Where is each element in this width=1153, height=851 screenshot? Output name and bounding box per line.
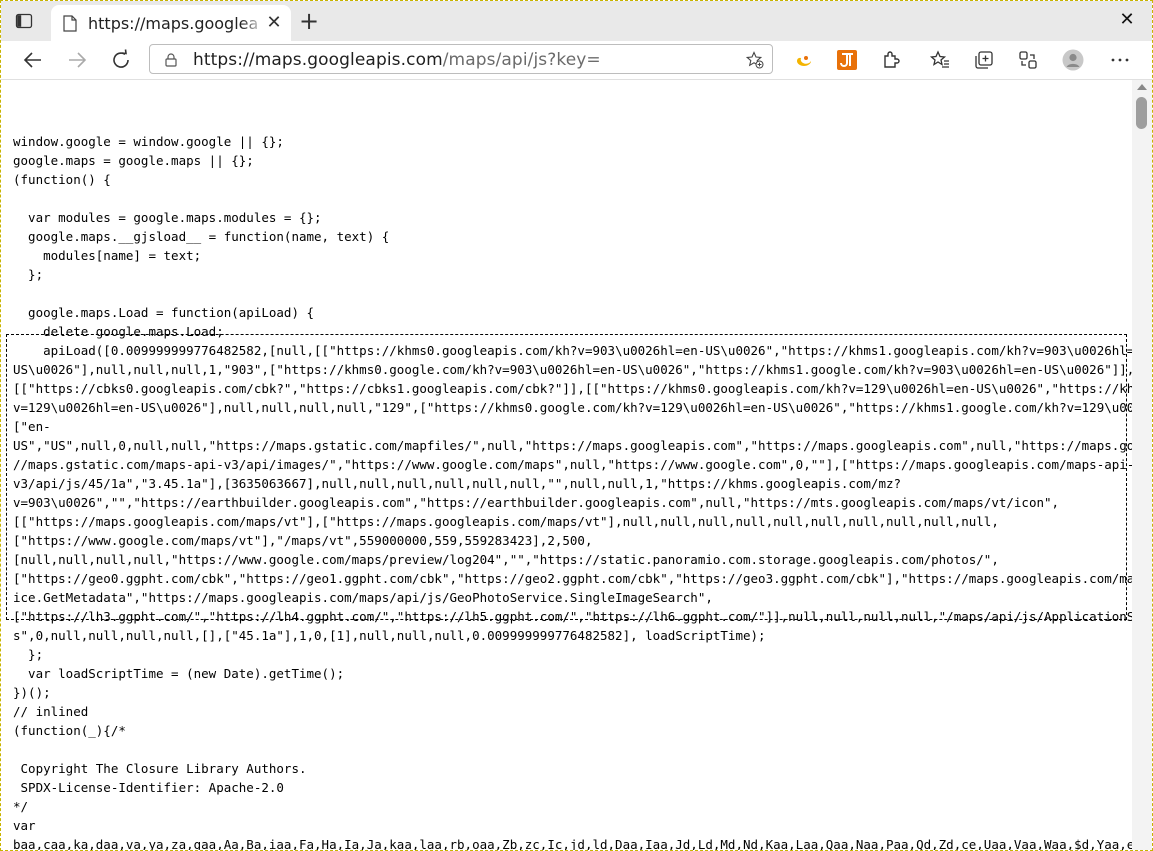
tab-close-icon[interactable]: ✕	[266, 14, 282, 32]
extension-orange-icon[interactable]	[836, 49, 858, 71]
add-favorite-icon[interactable]	[745, 51, 764, 69]
code-line: ice.GetMetadata","https://maps.googleapi…	[13, 590, 713, 605]
url-host: https://maps.googleapis.com	[193, 50, 443, 70]
page-content: window.google = window.google || {}; goo…	[1, 80, 1132, 850]
url-text: https://maps.googleapis.com/maps/api/js?…	[193, 50, 601, 70]
refresh-icon[interactable]	[109, 48, 133, 72]
collections-icon[interactable]	[973, 49, 995, 71]
lock-icon[interactable]	[164, 52, 178, 67]
code-line: // inlined	[13, 704, 89, 719]
browser-window: https://maps.googleapis.com/maps/api/js?…	[0, 0, 1153, 851]
extensions-icon[interactable]	[880, 49, 902, 71]
forward-icon[interactable]	[65, 48, 89, 72]
more-icon[interactable]	[1109, 49, 1131, 71]
code-line: var loadScriptTime = (new Date).getTime(…	[13, 666, 345, 681]
share-icon[interactable]	[1017, 49, 1039, 71]
code-line: window.google = window.google || {};	[13, 134, 284, 149]
code-line: (function(_){/*	[13, 723, 126, 738]
back-icon[interactable]	[21, 48, 45, 72]
new-tab-button[interactable]: +	[299, 9, 319, 33]
active-tab[interactable]: https://maps.googleapis.com/maps/api/js?…	[51, 5, 291, 41]
code-line: var	[13, 818, 36, 833]
tab-strip: https://maps.googleapis.com/maps/api/js?…	[1, 1, 1152, 41]
code-line: [["https://cbks0.googleapis.com/cbk?","h…	[13, 381, 1132, 396]
code-line: US","US",null,0,null,null,"https://maps.…	[13, 438, 1132, 453]
vertical-scrollbar[interactable]	[1132, 80, 1152, 850]
scroll-thumb[interactable]	[1136, 97, 1147, 129]
code-line: ["https://geo0.ggpht.com/cbk","https://g…	[13, 571, 1132, 586]
code-line: SPDX-License-Identifier: Apache-2.0	[13, 780, 284, 795]
tab-title-fade	[241, 11, 265, 35]
favorites-icon[interactable]	[929, 49, 951, 71]
code-line: //maps.gstatic.com/maps-api-v3/api/image…	[13, 457, 1132, 472]
code-line: apiLoad([0.009999999776482582,[null,[["h…	[13, 343, 1132, 358]
extension-moon-icon[interactable]	[793, 49, 815, 71]
code-line: [["https://maps.googleapis.com/maps/vt"]…	[13, 514, 999, 529]
page-icon	[63, 15, 77, 32]
code-line: ["https://lh3.ggpht.com/","https://lh4.g…	[13, 609, 1132, 624]
code-line: var modules = google.maps.modules = {};	[13, 210, 322, 225]
tab-title: https://maps.googleapis.com/maps/api/js?…	[88, 14, 258, 33]
code-line: (function() {	[13, 172, 111, 187]
code-line: baa,caa,ka,daa,va,ya,za,gaa,Aa,Ba,iaa,Fa…	[13, 837, 1132, 850]
code-line: [null,null,null,null,"https://www.google…	[13, 552, 999, 567]
code-line: v=129\u0026hl=en-US\u0026"],null,null,nu…	[13, 400, 1132, 415]
code-line: ["https://www.google.com/maps/vt"],"/map…	[13, 533, 593, 548]
scroll-up-arrow[interactable]	[1137, 84, 1147, 90]
code-line: delete google.maps.Load;	[13, 324, 224, 339]
code-line: */	[13, 799, 29, 814]
window-close-button[interactable]: ✕	[1117, 10, 1137, 30]
address-bar[interactable]: https://maps.googleapis.com/maps/api/js?…	[149, 44, 773, 74]
source-code: window.google = window.google || {}; goo…	[13, 132, 1132, 850]
code-line: })();	[13, 685, 51, 700]
code-line: ["en-	[13, 419, 51, 434]
code-line: };	[13, 647, 44, 662]
code-line: google.maps = google.maps || {};	[13, 153, 254, 168]
code-line: v=903\u0026","","https://earthbuilder.go…	[13, 495, 1060, 510]
code-line: google.maps.__gjsload__ = function(name,…	[13, 229, 390, 244]
code-line: modules[name] = text;	[13, 248, 202, 263]
tab-actions-icon[interactable]	[15, 12, 33, 30]
code-line: v3/api/js/45/1a","3.45.1a"],[3635063667]…	[13, 476, 902, 491]
url-path: /maps/api/js?key=	[442, 50, 601, 70]
code-line: US\u0026"],null,null,null,1,"903",["http…	[13, 362, 1132, 377]
code-line: s",0,null,null,null,null,[],["45.1a"],1,…	[13, 628, 766, 643]
profile-icon[interactable]	[1062, 49, 1084, 71]
code-line: google.maps.Load = function(apiLoad) {	[13, 305, 315, 320]
toolbar: https://maps.googleapis.com/maps/api/js?…	[1, 41, 1152, 80]
code-line: };	[13, 267, 44, 282]
code-line: Copyright The Closure Library Authors.	[13, 761, 307, 776]
